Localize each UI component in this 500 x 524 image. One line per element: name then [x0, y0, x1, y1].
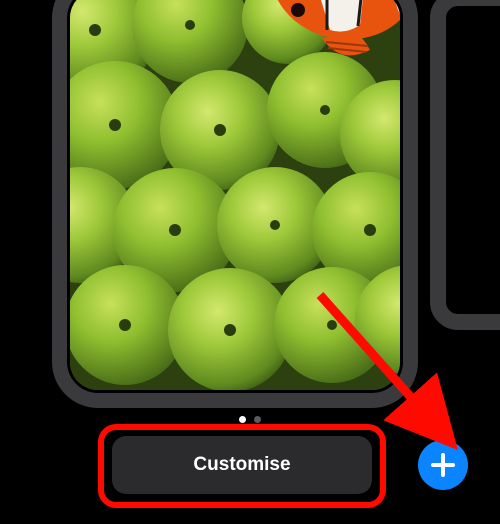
wallpaper-preview[interactable] [70, 0, 400, 390]
page-dot [254, 416, 261, 423]
page-indicator [0, 416, 500, 423]
customise-button[interactable]: Customise [112, 436, 372, 494]
customise-button-label: Customise [193, 454, 290, 476]
clownfish-wallpaper-image [70, 0, 400, 390]
plus-icon [430, 452, 456, 478]
page-dot [239, 416, 246, 423]
adjacent-wallpaper-frame [430, 0, 500, 330]
add-wallpaper-button[interactable] [418, 440, 468, 490]
